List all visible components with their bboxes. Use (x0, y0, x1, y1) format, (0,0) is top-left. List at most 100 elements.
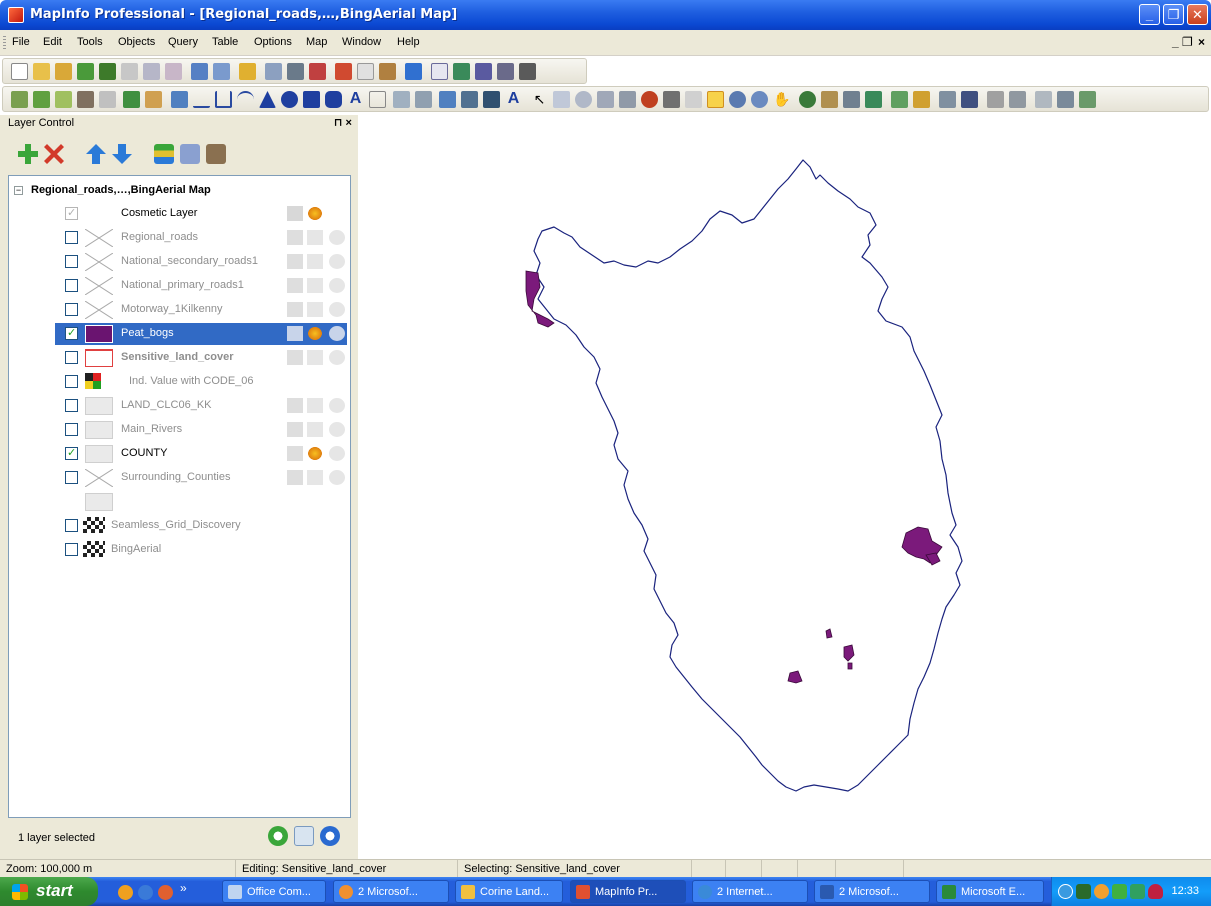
task-corine-land[interactable]: Corine Land... (455, 880, 563, 903)
boundary-select-icon[interactable] (619, 91, 636, 108)
reshape-icon[interactable] (123, 91, 140, 108)
save-workspace-icon[interactable] (213, 63, 230, 80)
tray-sync-icon[interactable] (1130, 884, 1145, 899)
menu-table[interactable]: Table (212, 36, 238, 48)
task-microsoft-1[interactable]: 2 Microsof... (333, 880, 449, 903)
zoom-out-icon[interactable] (729, 91, 746, 108)
clock[interactable]: 12:33 (1171, 885, 1199, 897)
new-redistrict-icon[interactable] (519, 63, 536, 80)
measure-icon[interactable] (1057, 91, 1074, 108)
editable-icon[interactable] (287, 302, 303, 317)
invert-selection-icon[interactable] (685, 91, 702, 108)
polygon-tool-icon[interactable] (259, 91, 276, 108)
layer-row-peat-bogs[interactable]: Peat_bogs (55, 323, 347, 345)
autolabel-icon[interactable] (329, 422, 345, 437)
ellipse-tool-icon[interactable] (281, 91, 298, 108)
close-button[interactable]: ✕ (1187, 4, 1208, 25)
layer-row-land-clc06[interactable]: LAND_CLC06_KK (55, 395, 347, 417)
remove-layer-icon[interactable] (44, 144, 64, 164)
polyline-tool-icon[interactable] (215, 91, 232, 108)
peat-bog-northwest[interactable] (525, 270, 555, 328)
set-target-icon[interactable] (1009, 91, 1026, 108)
selectable-icon[interactable] (307, 446, 323, 461)
selectable-icon[interactable] (307, 254, 323, 269)
unselect-all-icon[interactable] (641, 91, 658, 108)
open-dbms-icon[interactable] (77, 63, 94, 80)
line-style-icon[interactable] (461, 91, 478, 108)
editable-icon[interactable] (287, 230, 303, 245)
menu-edit[interactable]: Edit (43, 36, 62, 48)
selectable-icon[interactable] (307, 206, 323, 221)
layer-visibility-checkbox[interactable] (65, 543, 78, 556)
frame-tool-icon[interactable] (369, 91, 386, 108)
open-folder-icon[interactable] (239, 63, 256, 80)
menu-map[interactable]: Map (306, 36, 327, 48)
zoom-status[interactable]: Zoom: 100,000 m (0, 860, 236, 878)
layer-row-national-secondary-roads[interactable]: National_secondary_roads1 (55, 251, 347, 273)
selectable-icon[interactable] (307, 302, 323, 317)
layer-row-surrounding-counties[interactable]: Surrounding_Counties (55, 467, 347, 489)
add-layer-icon[interactable] (18, 144, 38, 164)
label-tool-icon[interactable] (821, 91, 838, 108)
layer-control-icon[interactable] (865, 91, 882, 108)
new-table-icon[interactable] (11, 63, 28, 80)
editable-icon[interactable] (287, 398, 303, 413)
county-boundary[interactable] (533, 159, 963, 792)
info-tool-icon[interactable] (55, 91, 72, 108)
task-office-com[interactable]: Office Com... (222, 880, 326, 903)
layer-visibility-checkbox[interactable] (65, 423, 78, 436)
open-workspace-icon[interactable] (55, 63, 72, 80)
legend-icon[interactable] (939, 91, 956, 108)
peat-bog-south-3[interactable] (825, 628, 833, 639)
layer-visibility-checkbox[interactable] (65, 326, 78, 340)
layer-row-regional-roads[interactable]: Regional_roads (55, 227, 347, 249)
layer-row-seamless-grid[interactable]: Seamless_Grid_Discovery (55, 515, 347, 537)
editing-status[interactable]: Editing: Sensitive_land_cover (236, 860, 458, 878)
layer-visibility-checkbox[interactable] (65, 446, 78, 460)
task-mapinfo[interactable]: MapInfo Pr... (570, 880, 686, 903)
print-icon[interactable] (287, 63, 304, 80)
tray-network-icon[interactable] (1112, 884, 1127, 899)
autolabel-icon[interactable] (329, 326, 345, 341)
new-layout-icon[interactable] (497, 63, 514, 80)
menu-file[interactable]: File (12, 36, 30, 48)
menubar-grip[interactable] (3, 36, 6, 50)
editable-icon[interactable] (287, 470, 303, 485)
tray-security-icon[interactable] (1148, 884, 1163, 899)
options-icon[interactable] (294, 826, 314, 846)
find-address-icon[interactable] (165, 63, 182, 80)
layer-visibility-checkbox[interactable] (65, 231, 78, 244)
peat-bog-south-2[interactable] (843, 644, 855, 662)
start-button[interactable]: start (0, 877, 98, 906)
editable-icon[interactable] (287, 254, 303, 269)
move-layer-down-icon[interactable] (112, 144, 132, 164)
autolabel-icon[interactable] (329, 230, 345, 245)
mapinfo-app-icon[interactable] (8, 7, 24, 23)
minimize-button[interactable]: _ (1139, 4, 1160, 25)
info-icon[interactable] (799, 91, 816, 108)
selectable-icon[interactable] (307, 422, 323, 437)
editable-icon[interactable] (287, 278, 303, 293)
layer-row-cosmetic[interactable]: Cosmetic Layer (55, 203, 347, 225)
statistics-icon[interactable] (33, 91, 50, 108)
paste-icon[interactable] (379, 63, 396, 80)
selectable-icon[interactable] (307, 230, 323, 245)
label-options-icon[interactable] (206, 144, 226, 164)
layer-row-thematic-ind-value[interactable]: Ind. Value with CODE_06 (55, 371, 347, 393)
radius-select-icon[interactable] (575, 91, 592, 108)
export-icon[interactable] (309, 63, 326, 80)
reshape-polygon-icon[interactable] (393, 91, 410, 108)
graph-select-icon[interactable] (663, 91, 680, 108)
change-view-icon[interactable] (751, 91, 768, 108)
peat-bog-south-4[interactable] (847, 662, 853, 670)
autolabel-icon[interactable] (329, 350, 345, 365)
zoom-in-icon[interactable] (707, 91, 724, 108)
editable-icon[interactable] (287, 350, 303, 365)
text-style-icon[interactable]: A (505, 91, 522, 108)
hotlink-icon[interactable] (77, 91, 94, 108)
layer-row-bing-aerial[interactable]: BingAerial (55, 539, 347, 561)
show-hide-icon[interactable] (1035, 91, 1052, 108)
layer-visibility-checkbox[interactable] (65, 206, 78, 220)
line-tool-icon[interactable] (193, 91, 210, 108)
selectable-icon[interactable] (307, 470, 323, 485)
